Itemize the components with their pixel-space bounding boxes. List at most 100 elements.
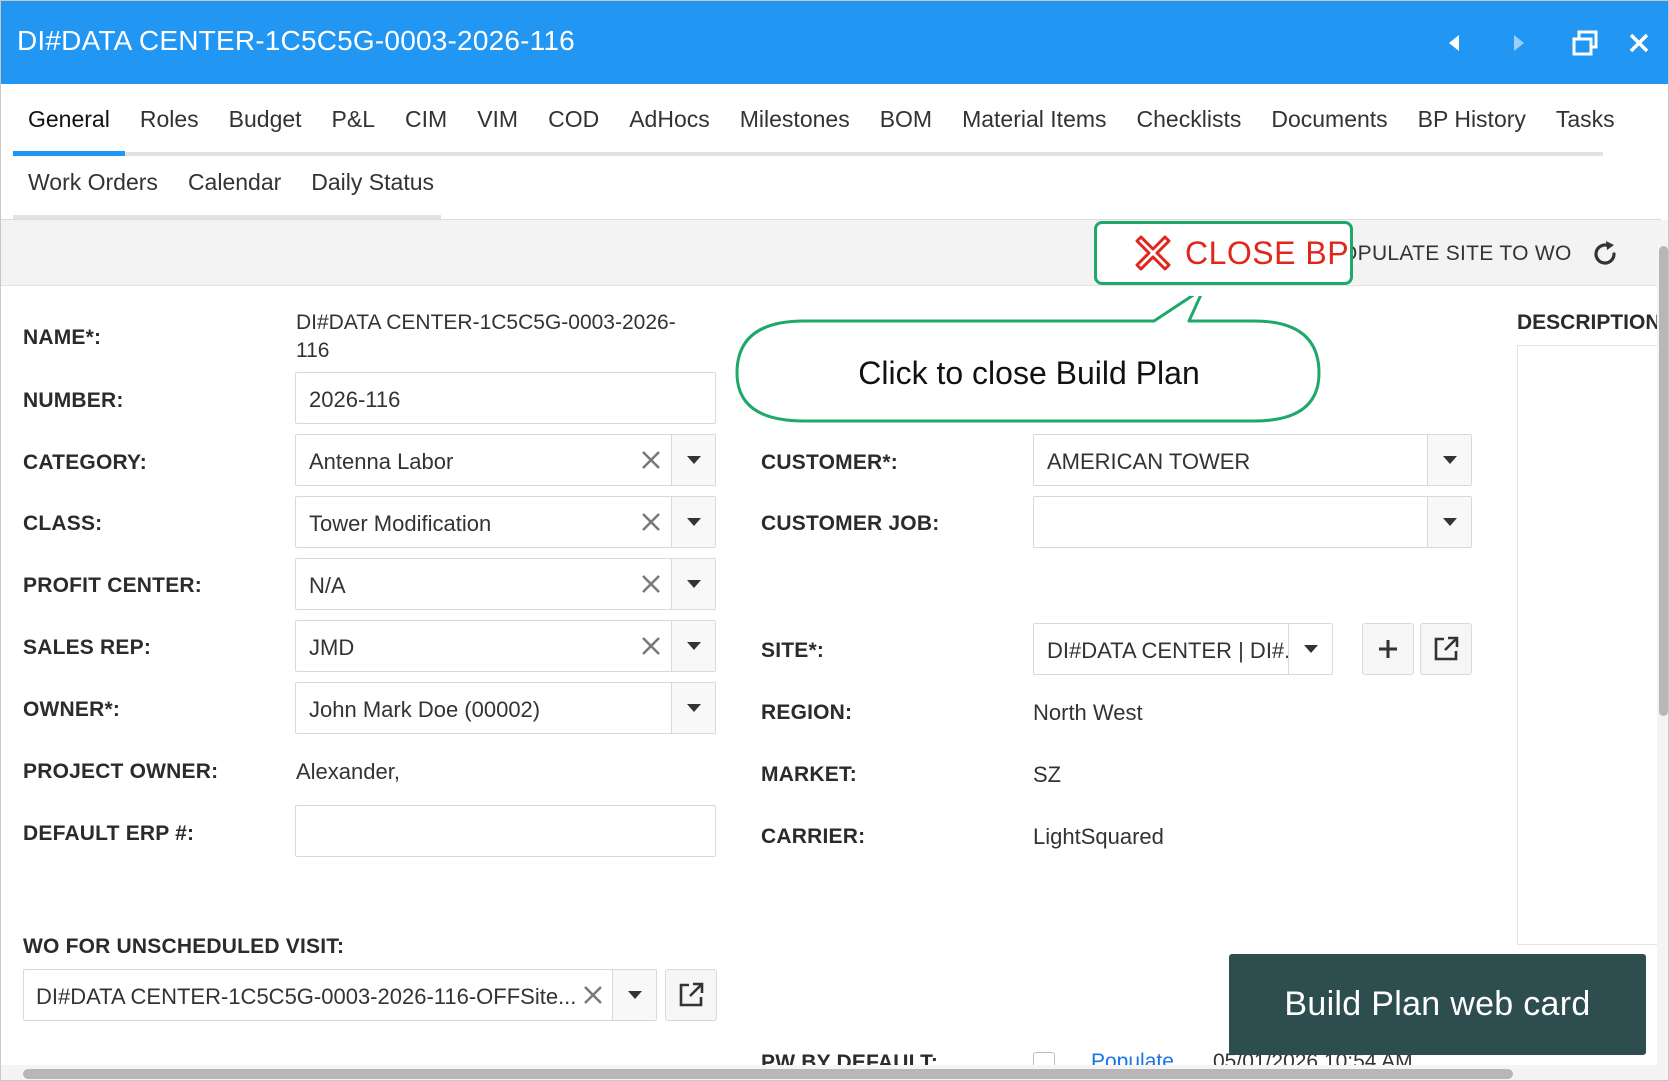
owner-select[interactable]: John Mark Doe (00002) — [295, 682, 716, 734]
tab-bar-primary: General Roles Budget P&L CIM VIM COD AdH… — [13, 94, 1615, 156]
market-value: SZ — [1033, 762, 1062, 787]
next-record-icon[interactable] — [1501, 25, 1537, 61]
chevron-down-icon[interactable] — [671, 559, 715, 609]
restore-window-icon[interactable] — [1567, 25, 1603, 61]
callout-bubble: Click to close Build Plan — [734, 296, 1324, 426]
tab-bar-secondary: Work Orders Calendar Daily Status — [13, 157, 441, 219]
project-owner-value: Alexander, — [296, 759, 400, 784]
tab-cod[interactable]: COD — [533, 94, 614, 152]
close-window-icon[interactable] — [1621, 25, 1657, 61]
profit-center-select[interactable]: N/A — [295, 558, 716, 610]
open-wo-button[interactable] — [665, 969, 717, 1021]
sales-rep-select-value: JMD — [309, 635, 355, 660]
tab-pl[interactable]: P&L — [317, 94, 390, 152]
horizontal-scrollbar-thumb[interactable] — [23, 1069, 1513, 1079]
chevron-down-icon[interactable] — [1427, 435, 1471, 485]
carrier-value: LightSquared — [1033, 824, 1164, 849]
chevron-down-icon[interactable] — [1427, 497, 1471, 547]
horizontal-scrollbar[interactable] — [1, 1065, 1657, 1080]
number-field-value: 2026-116 — [309, 387, 401, 412]
tab-documents[interactable]: Documents — [1256, 94, 1402, 152]
tab-adhocs[interactable]: AdHocs — [614, 94, 725, 152]
chevron-down-icon[interactable] — [671, 497, 715, 547]
customer-job-label: CUSTOMER JOB: — [761, 512, 940, 535]
default-erp-label: DEFAULT ERP #: — [23, 822, 195, 845]
tab-material-items[interactable]: Material Items — [947, 94, 1121, 152]
clear-icon[interactable] — [638, 633, 664, 659]
tab-budget[interactable]: Budget — [214, 94, 317, 152]
customer-select[interactable]: AMERICAN TOWER — [1033, 434, 1472, 486]
number-field[interactable]: 2026-116 — [295, 372, 716, 424]
chevron-down-icon[interactable] — [671, 683, 715, 733]
tab-general[interactable]: General — [13, 94, 125, 156]
plus-icon — [1379, 640, 1397, 658]
default-erp-field[interactable] — [295, 805, 716, 857]
annotation-card: Build Plan web card — [1229, 954, 1646, 1055]
callout-text: Click to close Build Plan — [858, 354, 1200, 391]
carrier-label: CARRIER: — [761, 825, 866, 848]
vertical-scrollbar-thumb[interactable] — [1659, 246, 1668, 716]
clear-icon[interactable] — [638, 571, 664, 597]
tab-bom[interactable]: BOM — [865, 94, 947, 152]
owner-label: OWNER*: — [23, 698, 121, 721]
wo-unscheduled-select[interactable]: DI#DATA CENTER-1C5C5G-0003-2026-116-OFFS… — [23, 969, 657, 1021]
close-bp-label: CLOSE BP — [1185, 234, 1350, 271]
customer-job-select[interactable] — [1033, 496, 1472, 548]
class-select[interactable]: Tower Modification — [295, 496, 716, 548]
clear-icon[interactable] — [580, 982, 606, 1008]
vertical-scrollbar[interactable] — [1657, 220, 1668, 1080]
sales-rep-select[interactable]: JMD — [295, 620, 716, 672]
tab-tasks[interactable]: Tasks — [1541, 94, 1630, 152]
category-select-value: Antenna Labor — [309, 449, 454, 474]
name-label: NAME*: — [23, 326, 102, 349]
refresh-icon[interactable] — [1589, 238, 1621, 270]
name-value-line1: DI#DATA CENTER-1C5C5G-0003-2026- — [296, 311, 676, 334]
site-select-value: DI#DATA CENTER | DI#... — [1047, 638, 1303, 663]
profit-center-label: PROFIT CENTER: — [23, 574, 202, 597]
clear-icon[interactable] — [638, 509, 664, 535]
site-select[interactable]: DI#DATA CENTER | DI#... — [1033, 623, 1333, 675]
site-label: SITE*: — [761, 639, 825, 662]
class-select-value: Tower Modification — [309, 511, 492, 536]
close-bp-button[interactable]: CLOSE BP — [1094, 221, 1353, 285]
tab-checklists[interactable]: Checklists — [1122, 94, 1257, 152]
region-label: REGION: — [761, 701, 853, 724]
chevron-down-icon[interactable] — [612, 970, 656, 1020]
open-site-button[interactable] — [1420, 623, 1472, 675]
number-label: NUMBER: — [23, 389, 124, 412]
sales-rep-label: SALES REP: — [23, 636, 152, 659]
customer-label: CUSTOMER*: — [761, 451, 898, 474]
chevron-down-icon[interactable] — [671, 621, 715, 671]
tab-vim[interactable]: VIM — [462, 94, 533, 152]
market-label: MARKET: — [761, 763, 857, 786]
name-value-line2: 116 — [296, 339, 330, 362]
wo-unscheduled-value: DI#DATA CENTER-1C5C5G-0003-2026-116-OFFS… — [36, 984, 577, 1009]
tab-cim[interactable]: CIM — [390, 94, 462, 152]
tab-calendar[interactable]: Calendar — [173, 157, 296, 215]
toolbar: OPULATE SITE TO WO — [1, 220, 1657, 286]
description-field[interactable] — [1517, 345, 1667, 945]
chevron-down-icon[interactable] — [1288, 624, 1332, 674]
tab-daily-status[interactable]: Daily Status — [296, 157, 449, 215]
region-value: North West — [1033, 700, 1143, 725]
tab-milestones[interactable]: Milestones — [725, 94, 865, 152]
external-link-icon — [1434, 636, 1459, 661]
build-plan-window: DI#DATA CENTER-1C5C5G-0003-2026-116 Gene… — [0, 0, 1669, 1081]
wo-unscheduled-label: WO FOR UNSCHEDULED VISIT: — [23, 935, 345, 958]
previous-record-icon[interactable] — [1436, 25, 1472, 61]
project-owner-label: PROJECT OWNER: — [23, 760, 219, 783]
tab-bp-history[interactable]: BP History — [1403, 94, 1541, 152]
owner-select-value: John Mark Doe (00002) — [309, 697, 541, 722]
add-site-button[interactable] — [1362, 623, 1414, 675]
customer-select-value: AMERICAN TOWER — [1047, 449, 1251, 474]
populate-site-to-wo-button[interactable]: OPULATE SITE TO WO — [1341, 242, 1572, 266]
clear-icon[interactable] — [638, 447, 664, 473]
tab-work-orders[interactable]: Work Orders — [13, 157, 173, 215]
tab-roles[interactable]: Roles — [125, 94, 214, 152]
category-select[interactable]: Antenna Labor — [295, 434, 716, 486]
chevron-down-icon[interactable] — [671, 435, 715, 485]
close-bp-icon — [1135, 235, 1171, 271]
external-link-icon — [679, 982, 704, 1007]
title-bar: DI#DATA CENTER-1C5C5G-0003-2026-116 — [1, 1, 1668, 84]
description-label: DESCRIPTION — [1517, 311, 1661, 334]
